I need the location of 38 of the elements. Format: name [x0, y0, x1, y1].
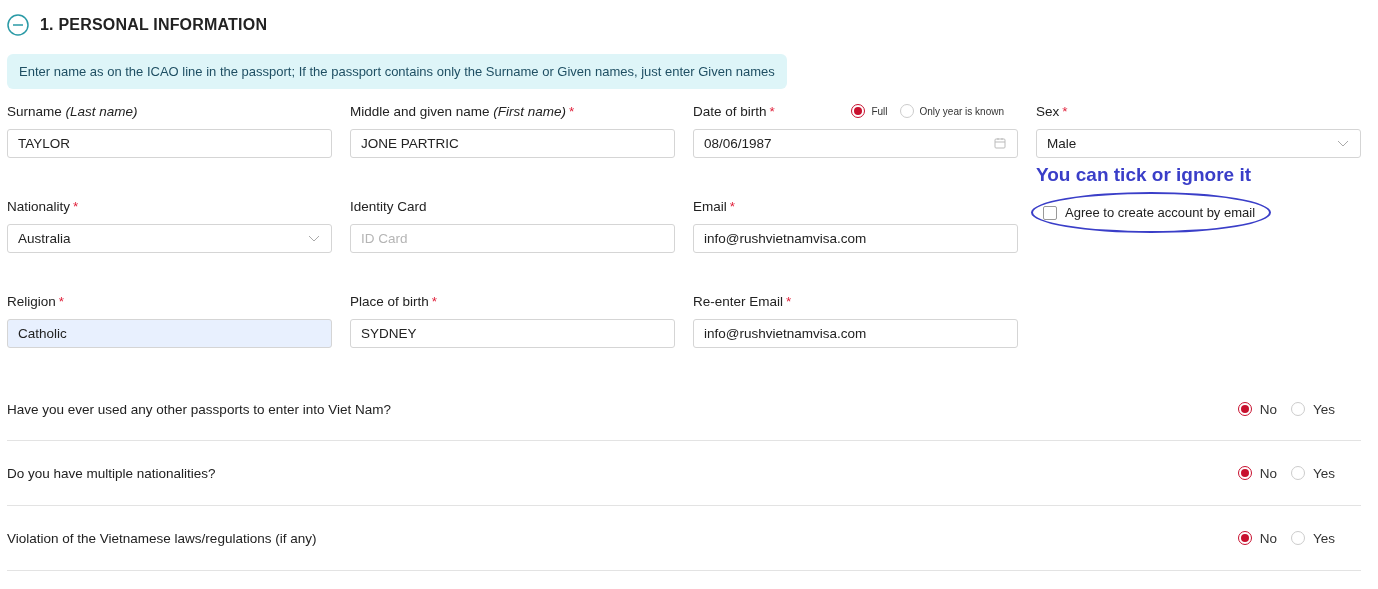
input-field[interactable]: JONE PARTRIC: [350, 129, 675, 158]
question-text: Do you have multiple nationalities?: [7, 465, 216, 481]
info-notice: Enter name as on the ICAO line in the passport; If the passport contains only the Surname or Given names, just enter Given names: [7, 54, 787, 89]
field-label: Nationality *: [7, 198, 79, 214]
radio-option[interactable]: Only year is known: [899, 104, 1004, 118]
input-field[interactable]: Catholic: [7, 319, 332, 348]
calendar-icon: [994, 137, 1006, 149]
dropdown[interactable]: Australia: [7, 224, 332, 253]
checkbox[interactable]: [1043, 205, 1057, 220]
radio-option[interactable]: Full: [851, 104, 888, 118]
date-field[interactable]: 08/06/1987: [693, 129, 1018, 158]
radio-option[interactable]: Yes: [1290, 530, 1335, 546]
annotation-text: You can tick or ignore it: [1036, 164, 1251, 186]
field-label: Re-enter Email *: [693, 293, 792, 309]
field-label: Place of birth *: [350, 293, 438, 309]
field-label: Date of birth *: [693, 103, 775, 119]
field-label: Religion *: [7, 293, 65, 309]
question-text: Have you ever used any other passports to enter into Viet Nam?: [7, 401, 391, 417]
input-field[interactable]: TAYLOR: [7, 129, 332, 158]
field-label: Identity Card: [350, 198, 427, 214]
field-label: Middle and given name (First name) *: [350, 103, 575, 119]
input-field[interactable]: info@rushvietnamvisa.com: [693, 319, 1018, 348]
checkbox-label[interactable]: Agree to create account by email: [1065, 205, 1256, 220]
radio-option[interactable]: No: [1237, 401, 1277, 417]
collapse-icon[interactable]: [7, 14, 29, 36]
input-field[interactable]: SYDNEY: [350, 319, 675, 348]
radio-option[interactable]: Yes: [1290, 401, 1335, 417]
field-label: Surname (Last name): [7, 103, 138, 119]
radio-option[interactable]: No: [1237, 465, 1277, 481]
input-field[interactable]: ID Card: [350, 224, 675, 253]
input-field[interactable]: info@rushvietnamvisa.com: [693, 224, 1018, 253]
field-label: Sex *: [1036, 103, 1068, 119]
question-text: Violation of the Vietnamese laws/regulations (if any): [7, 530, 317, 546]
field-label: Email *: [693, 198, 736, 214]
section-title: 1. PERSONAL INFORMATION: [40, 16, 268, 34]
dropdown[interactable]: Male: [1036, 129, 1361, 158]
radio-option[interactable]: No: [1237, 530, 1277, 546]
radio-option[interactable]: Yes: [1290, 465, 1335, 481]
